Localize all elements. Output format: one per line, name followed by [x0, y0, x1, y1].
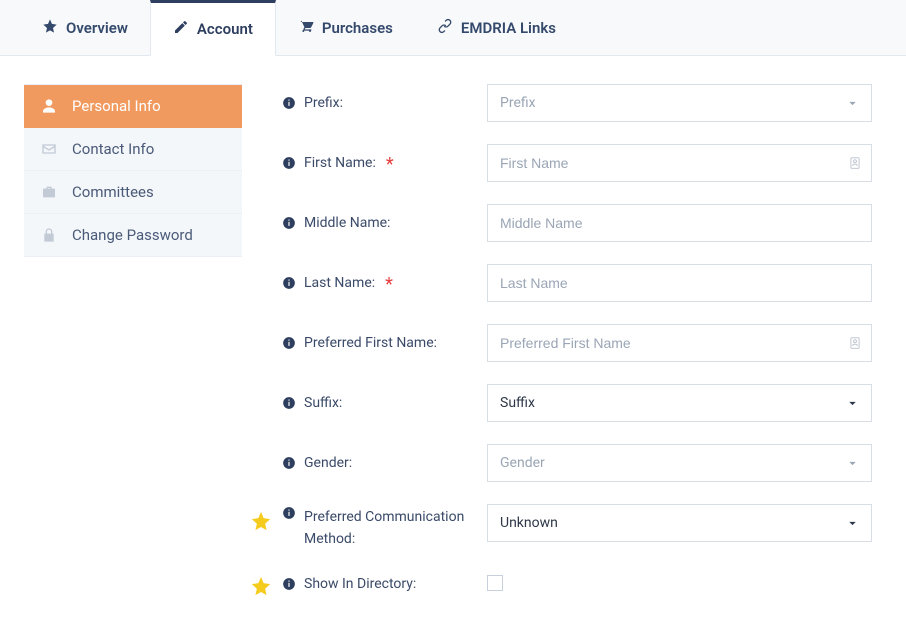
- field-label: Last Name:: [304, 275, 375, 291]
- field-gender: Gender: Gender: [282, 444, 872, 482]
- field-preferred-first-name: Preferred First Name:: [282, 324, 872, 362]
- field-first-name: First Name: *: [282, 144, 872, 182]
- field-label: Middle Name:: [304, 215, 390, 231]
- sidebar-item-label: Committees: [72, 183, 154, 201]
- gender-select[interactable]: Gender: [487, 444, 872, 482]
- field-label: Preferred First Name:: [304, 335, 437, 351]
- account-sidebar: Personal Info Contact Info Committees Ch…: [24, 84, 242, 257]
- field-preferred-communication: Preferred Communication Method: Unknown: [282, 504, 872, 551]
- preferred-first-name-input[interactable]: [487, 324, 872, 362]
- sidebar-item-change-password[interactable]: Change Password: [24, 214, 242, 257]
- lock-icon: [40, 226, 58, 244]
- tab-label: EMDRIA Links: [461, 19, 556, 37]
- cart-icon: [298, 18, 314, 38]
- field-label: Prefix:: [304, 95, 343, 111]
- chevron-down-icon: [846, 97, 859, 110]
- sidebar-item-personal-info[interactable]: Personal Info: [24, 84, 242, 128]
- tab-label: Purchases: [322, 19, 393, 37]
- field-middle-name: Middle Name:: [282, 204, 872, 242]
- envelope-icon: [40, 140, 58, 158]
- briefcase-icon: [40, 183, 58, 201]
- info-icon[interactable]: [282, 456, 296, 470]
- tab-purchases[interactable]: Purchases: [276, 0, 415, 55]
- middle-name-input[interactable]: [487, 204, 872, 242]
- field-label: First Name:: [304, 155, 376, 171]
- tab-overview[interactable]: Overview: [20, 0, 150, 55]
- sidebar-item-label: Contact Info: [72, 140, 154, 158]
- highlight-star-icon: [250, 575, 272, 597]
- field-label: Gender:: [304, 455, 352, 471]
- tab-account[interactable]: Account: [150, 0, 276, 56]
- field-suffix: Suffix: Suffix: [282, 384, 872, 422]
- info-icon[interactable]: [282, 396, 296, 410]
- info-icon[interactable]: [282, 577, 296, 591]
- preferred-communication-select[interactable]: Unknown: [487, 504, 872, 542]
- star-icon: [42, 18, 58, 38]
- link-icon: [437, 18, 453, 38]
- contact-card-icon: [848, 156, 862, 170]
- info-icon[interactable]: [282, 216, 296, 230]
- last-name-input[interactable]: [487, 264, 872, 302]
- first-name-input[interactable]: [487, 144, 872, 182]
- sidebar-item-committees[interactable]: Committees: [24, 171, 242, 214]
- chevron-down-icon: [846, 517, 859, 530]
- info-icon[interactable]: [282, 156, 296, 170]
- field-label: Suffix:: [304, 395, 342, 411]
- prefix-select[interactable]: Prefix: [487, 84, 872, 122]
- field-prefix: Prefix: Prefix: [282, 84, 872, 122]
- sidebar-item-contact-info[interactable]: Contact Info: [24, 128, 242, 171]
- select-value: Gender: [500, 455, 545, 471]
- field-last-name: Last Name: *: [282, 264, 872, 302]
- sidebar-item-label: Change Password: [72, 226, 193, 244]
- info-icon[interactable]: [282, 276, 296, 290]
- show-in-directory-checkbox[interactable]: [487, 575, 503, 591]
- highlight-star-icon: [250, 510, 272, 532]
- sidebar-item-label: Personal Info: [72, 97, 161, 115]
- contact-card-icon: [848, 336, 862, 350]
- select-value: Suffix: [500, 395, 535, 411]
- tab-label: Overview: [66, 19, 128, 37]
- user-icon: [40, 97, 58, 115]
- edit-icon: [173, 19, 189, 39]
- info-icon[interactable]: [282, 506, 296, 520]
- tab-emdria-links[interactable]: EMDRIA Links: [415, 0, 578, 55]
- select-value: Unknown: [500, 515, 558, 531]
- top-tabs: Overview Account Purchases EMDRIA Links: [0, 0, 906, 56]
- info-icon[interactable]: [282, 96, 296, 110]
- chevron-down-icon: [846, 397, 859, 410]
- field-show-in-directory: Show In Directory:: [282, 573, 872, 595]
- chevron-down-icon: [846, 457, 859, 470]
- info-icon[interactable]: [282, 336, 296, 350]
- field-label: Show In Directory:: [304, 576, 416, 592]
- field-label: Preferred Communication Method:: [304, 506, 477, 551]
- select-value: Prefix: [500, 95, 536, 111]
- tab-label: Account: [197, 20, 253, 38]
- suffix-select[interactable]: Suffix: [487, 384, 872, 422]
- personal-info-form: Prefix: Prefix First Name: *: [282, 84, 872, 595]
